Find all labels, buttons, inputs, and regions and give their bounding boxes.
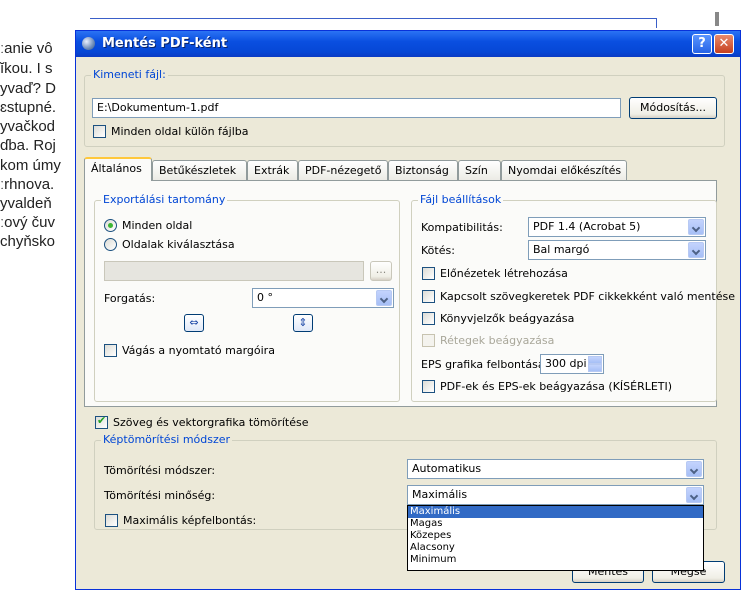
background-text-line: ĭkou. I s (0, 60, 53, 77)
background-marker (715, 12, 719, 26)
all-pages-radio[interactable] (104, 219, 117, 232)
rotation-label: Forgatás: (104, 292, 156, 305)
compatibility-value: PDF 1.4 (Acrobat 5) (533, 220, 641, 233)
background-text-line: ːový čuv (0, 214, 56, 231)
image-compression-group-label: Képtömörítési módszer (101, 433, 233, 446)
compatibility-combo[interactable]: PDF 1.4 (Acrobat 5) (528, 217, 706, 237)
spin-up-icon[interactable] (588, 356, 602, 364)
all-pages-label: Minden oldal (122, 219, 193, 232)
compress-text-label: Szöveg és vektorgrafika tömörítése (113, 416, 309, 429)
select-pages-radio[interactable] (104, 238, 117, 251)
embed-pdf-eps-label: PDF-ek és EPS-ek beágyazása (KÍSÉRLETI) (440, 380, 673, 393)
background-guide-line-end (656, 18, 657, 28)
previews-label: Előnézetek létrehozása (440, 267, 568, 280)
flip-horizontal-icon[interactable]: ⇔ (184, 314, 204, 332)
flip-vertical-icon[interactable]: ⇕ (293, 314, 313, 332)
binding-combo[interactable]: Bal margó (528, 240, 706, 260)
compression-quality-value: Maximális (412, 488, 468, 501)
max-resolution-label: Maximális képfelbontás: (123, 514, 257, 527)
layers-checkbox[interactable] (422, 334, 435, 347)
embed-pdf-eps-checkbox[interactable] (422, 380, 435, 393)
linked-frames-label: Kapcsolt szövegkeretek PDF cikkekként va… (440, 290, 735, 303)
export-range-group-label: Exportálási tartomány (101, 193, 228, 206)
background-text-line: yvaldeň (0, 195, 52, 212)
spin-down-icon[interactable] (588, 364, 602, 372)
dropdown-option[interactable]: Közepes (408, 530, 703, 542)
background-text-line: chyňsko (0, 233, 56, 250)
compression-quality-dropdown: Maximális Magas Közepes Alacsony Minimum (407, 505, 704, 571)
file-settings-group-label: Fájl beállítások (418, 193, 504, 206)
tab-general[interactable]: Általános (84, 157, 152, 181)
app-icon (82, 37, 95, 50)
select-pages-label: Oldalak kiválasztása (122, 238, 235, 251)
previews-checkbox[interactable] (422, 267, 435, 280)
separate-files-checkbox[interactable] (93, 125, 106, 138)
background-text-line: kom úmy (0, 157, 61, 174)
tab-pdf-viewer[interactable]: PDF-nézegető (298, 160, 388, 180)
help-button[interactable]: ? (692, 34, 712, 54)
background-text-line: ːrhnova. (0, 176, 55, 193)
max-resolution-checkbox[interactable] (105, 514, 118, 527)
tab-security[interactable]: Biztonság (388, 160, 458, 180)
eps-resolution-value: 300 dpi (545, 357, 587, 370)
save-as-pdf-dialog: Mentés PDF-ként ? ✕ Kimeneti fájl: E:\Do… (75, 30, 741, 590)
modify-button[interactable]: Módosítás... (629, 97, 717, 119)
bookmarks-checkbox[interactable] (422, 312, 435, 325)
background-text-line: yvačkod (0, 118, 56, 135)
linked-frames-checkbox[interactable] (422, 290, 435, 303)
compression-method-label: Tömörítési módszer: (104, 464, 216, 477)
background-text-line: ːanie vô (0, 40, 53, 57)
separate-files-label: Minden oldal külön fájlba (111, 125, 249, 138)
binding-value: Bal margó (533, 243, 590, 256)
compression-quality-label: Tömörítési minőség: (104, 489, 216, 502)
dropdown-option[interactable]: Alacsony (408, 542, 703, 554)
title-bar[interactable]: Mentés PDF-ként ? ✕ (76, 31, 740, 57)
background-text-line: yvaď? D (0, 80, 56, 97)
window-title: Mentés PDF-ként (102, 36, 228, 51)
compression-method-value: Automatikus (412, 462, 482, 475)
output-file-group-label: Kimeneti fájl: (91, 68, 168, 81)
background-text-line: ɛstupné. (0, 99, 57, 116)
eps-resolution-label: EPS grafika felbontása: (421, 358, 549, 371)
rotation-combo[interactable]: 0 ° (252, 288, 394, 308)
chevron-down-icon (686, 461, 702, 477)
output-path-field[interactable]: E:\Dokumentum-1.pdf (92, 98, 621, 118)
crop-to-margins-label: Vágás a nyomtató margóira (122, 344, 275, 357)
background-text-line: ɗba. Roj (0, 137, 56, 154)
dropdown-option[interactable]: Maximális (408, 506, 703, 518)
bookmarks-label: Könyvjelzők beágyazása (440, 312, 575, 325)
binding-label: Kötés: (421, 244, 455, 257)
tab-color[interactable]: Szín (458, 160, 501, 180)
eps-resolution-spinbox[interactable]: 300 dpi (540, 354, 604, 374)
tab-prepress[interactable]: Nyomdai előkészítés (501, 160, 627, 180)
chevron-down-icon (376, 290, 392, 306)
rotation-value: 0 ° (257, 291, 273, 304)
tab-extras[interactable]: Extrák (247, 160, 298, 180)
compress-text-checkbox[interactable] (95, 414, 108, 429)
dropdown-option[interactable]: Minimum (408, 554, 703, 566)
chevron-down-icon (686, 487, 702, 503)
compatibility-label: Kompatibilitás: (421, 221, 503, 234)
chevron-down-icon (688, 242, 704, 258)
crop-to-margins-checkbox[interactable] (104, 344, 117, 357)
tab-fonts[interactable]: Betűkészletek (152, 160, 247, 180)
page-browse-button[interactable]: ... (370, 261, 392, 281)
page-selection-field[interactable] (104, 261, 364, 281)
background-guide-line (90, 18, 657, 19)
compression-quality-combo[interactable]: Maximális (407, 485, 704, 505)
close-button[interactable]: ✕ (714, 34, 734, 54)
dropdown-option[interactable]: Magas (408, 518, 703, 530)
layers-label: Rétegek beágyazása (440, 334, 555, 347)
compression-method-combo[interactable]: Automatikus (407, 459, 704, 479)
chevron-down-icon (688, 219, 704, 235)
